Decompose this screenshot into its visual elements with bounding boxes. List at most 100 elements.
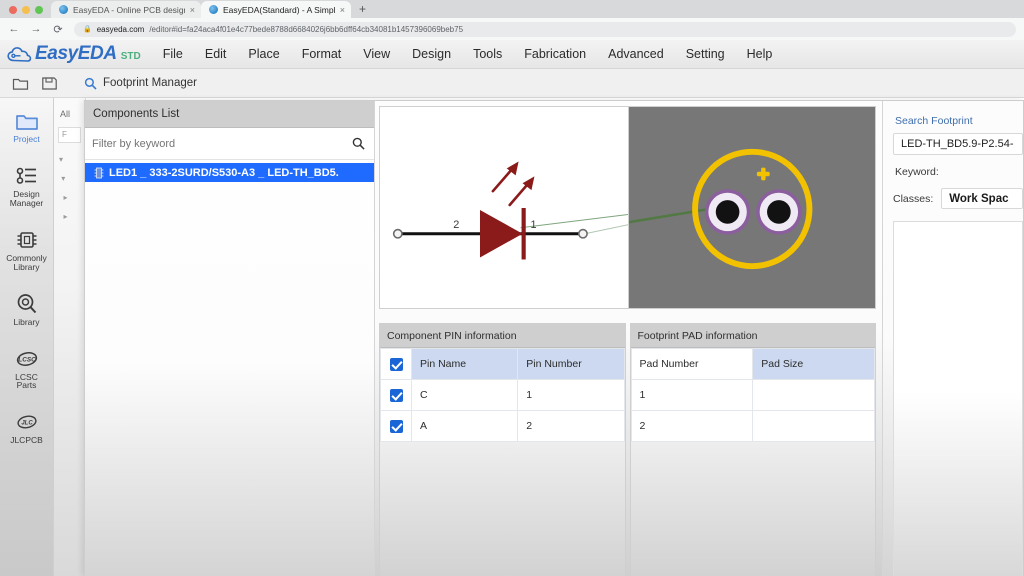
sidebar-item-lcsc-parts[interactable]: LCSC LCSC Parts [0, 336, 53, 400]
new-tab-button[interactable]: + [351, 2, 374, 18]
search-icon [84, 77, 97, 90]
classes-select[interactable]: Work Spac [941, 188, 1023, 209]
column-header-pin-number[interactable]: Pin Number [518, 349, 624, 380]
search-results-area[interactable] [893, 221, 1023, 576]
sidebar-item-commonly-library-label: Commonly Library [6, 254, 47, 272]
sidebar-item-project-label: Project [13, 135, 39, 144]
cell-pad-size [753, 380, 875, 411]
easyeda-logo[interactable]: EasyEDA STD [0, 43, 152, 65]
search-footprint-panel: Search Footprint LED-TH_BD5.9-P2.54- Key… [883, 101, 1023, 576]
filter-input[interactable] [92, 138, 346, 150]
menu-item-view[interactable]: View [352, 44, 401, 64]
row-checkbox-cell[interactable] [381, 380, 412, 411]
component-icon [94, 167, 104, 179]
cell-pin-name: A [412, 411, 518, 442]
components-list-header: Components List [85, 101, 374, 128]
table-row[interactable]: A 2 [381, 411, 625, 442]
background-tree: ▾ ▾ ▸ ▸ [54, 155, 85, 231]
toolbar-icon-group [0, 75, 74, 91]
background-project-panel: All F ▾ ▾ ▸ ▸ [54, 98, 86, 576]
search-footprint-title: Search Footprint [893, 101, 1023, 127]
forward-icon[interactable]: → [30, 23, 42, 35]
sidebar-item-library[interactable]: Library [0, 281, 53, 336]
screenshot-root: EasyEDA - Online PCB design × EasyEDA(St… [0, 0, 1024, 576]
menu-item-fabrication[interactable]: Fabrication [513, 44, 597, 64]
menu-item-edit[interactable]: Edit [194, 44, 238, 64]
component-pin-information-header: Component PIN information [380, 324, 625, 348]
search-footprint-input[interactable]: LED-TH_BD5.9-P2.54- [893, 133, 1023, 155]
sidebar-item-commonly-library[interactable]: Commonly Library [0, 217, 53, 281]
middle-column: 2 1 [375, 101, 883, 576]
footprint-pad-information-header: Footprint PAD information [631, 324, 876, 348]
column-header-pin-name[interactable]: Pin Name [412, 349, 518, 380]
jlcpcb-icon: JLC [14, 410, 40, 434]
sidebar-item-project[interactable]: Project [0, 98, 53, 153]
address-bar[interactable]: 🔒 easyeda.com/editor#id=fa24aca4f01e4c77… [74, 22, 1016, 37]
classes-label: Classes: [893, 193, 933, 205]
table-row[interactable]: C 1 [381, 380, 625, 411]
reload-icon[interactable]: ⟳ [52, 23, 64, 36]
tree-node[interactable]: ▾ [59, 174, 85, 193]
checkbox-icon[interactable] [390, 420, 403, 433]
back-icon[interactable]: ← [8, 23, 20, 35]
search-icon[interactable] [352, 137, 365, 150]
checkbox-icon[interactable] [390, 389, 403, 402]
easyeda-favicon [209, 5, 218, 14]
table-row[interactable]: 1 [631, 380, 875, 411]
footprint-preview-canvas[interactable] [628, 107, 876, 308]
window-traffic-lights [0, 6, 51, 18]
list-item-label: LED1 _ 333-2SURD/S530-A3 _ LED-TH_BD5. [109, 167, 339, 179]
footprint-manager-title-bar: Footprint Manager [74, 77, 197, 90]
tables-row: Component PIN information Pin Name Pin N… [379, 323, 876, 576]
tree-node[interactable]: ▸ [59, 212, 85, 231]
library-search-icon [14, 292, 40, 316]
pad-1 [704, 189, 749, 234]
url-path: /editor#id=fa24aca4f01e4c77bede8788d6684… [149, 25, 463, 34]
menu-item-design[interactable]: Design [401, 44, 462, 64]
background-filter-input[interactable]: F [58, 127, 81, 143]
column-header-pad-number[interactable]: Pad Number [631, 349, 753, 380]
footprint-manager-title: Footprint Manager [103, 77, 197, 89]
column-header-pad-size[interactable]: Pad Size [753, 349, 875, 380]
components-list: LED1 _ 333-2SURD/S530-A3 _ LED-TH_BD5. [85, 160, 374, 576]
logo-std-badge: STD [121, 51, 141, 62]
sidebar-item-library-label: Library [14, 318, 40, 327]
cloud-icon [7, 46, 31, 63]
save-icon[interactable] [41, 75, 58, 91]
menu-item-help[interactable]: Help [736, 44, 784, 64]
menu-item-format[interactable]: Format [291, 44, 353, 64]
tree-node[interactable]: ▾ [59, 155, 85, 174]
list-item[interactable]: LED1 _ 333-2SURD/S530-A3 _ LED-TH_BD5. [85, 163, 374, 182]
background-all-label: All [54, 98, 85, 119]
open-folder-icon[interactable] [12, 75, 29, 91]
design-manager-icon [14, 164, 40, 188]
maximize-window-button[interactable] [35, 6, 43, 14]
checkbox-icon[interactable] [390, 358, 403, 371]
app-menu-bar: EasyEDA STD File Edit Place Format View … [0, 40, 1024, 69]
browser-tab-2[interactable]: EasyEDA(Standard) - A Simpl × [201, 1, 351, 18]
browser-tab-1[interactable]: EasyEDA - Online PCB design × [51, 1, 201, 18]
tree-node[interactable]: ▸ [59, 193, 85, 212]
menu-item-setting[interactable]: Setting [675, 44, 736, 64]
browser-url-bar: ← → ⟳ 🔒 easyeda.com/editor#id=fa24aca4f0… [0, 18, 1024, 40]
close-icon[interactable]: × [190, 5, 195, 15]
classes-row: Classes: Work Spac [893, 178, 1023, 209]
menu-item-tools[interactable]: Tools [462, 44, 513, 64]
select-all-checkbox-cell[interactable] [381, 349, 412, 380]
menu-item-place[interactable]: Place [237, 44, 290, 64]
footprint-pad-information-panel: Footprint PAD information Pad Number Pad… [630, 323, 877, 576]
chip-icon [14, 228, 40, 252]
minimize-window-button[interactable] [22, 6, 30, 14]
preview-row: 2 1 [379, 106, 876, 309]
sidebar-item-jlcpcb[interactable]: JLC JLCPCB [0, 399, 53, 454]
sidebar-item-design-manager[interactable]: Design Manager [0, 153, 53, 217]
table-row[interactable]: 2 [631, 411, 875, 442]
close-icon[interactable]: × [340, 5, 345, 15]
component-pin-information-panel: Component PIN information Pin Name Pin N… [379, 323, 626, 576]
menu-item-file[interactable]: File [152, 44, 194, 64]
menu-item-advanced[interactable]: Advanced [597, 44, 675, 64]
row-checkbox-cell[interactable] [381, 411, 412, 442]
close-window-button[interactable] [9, 6, 17, 14]
symbol-preview-canvas[interactable]: 2 1 [380, 107, 628, 308]
cell-pad-size [753, 411, 875, 442]
